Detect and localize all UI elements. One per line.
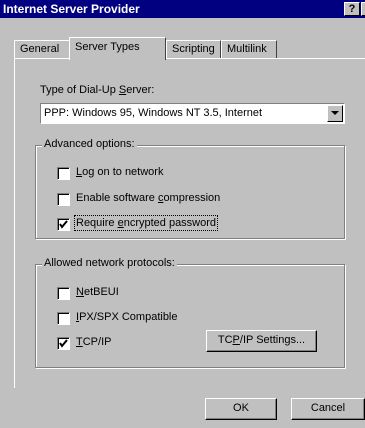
window-title: Internet Server Provider	[3, 2, 140, 16]
tab-panel	[14, 58, 365, 388]
close-button[interactable]: X	[361, 2, 365, 16]
ok-button[interactable]: OK	[205, 398, 277, 420]
dialog-window: Internet Server Provider ? X General Ser…	[0, 0, 365, 428]
tab-general[interactable]: General	[14, 40, 71, 59]
tab-scripting[interactable]: Scripting	[166, 40, 221, 59]
cancel-button[interactable]: Cancel	[291, 398, 365, 420]
title-bar[interactable]: Internet Server Provider ? X	[0, 0, 365, 18]
tab-multilink[interactable]: Multilink	[221, 40, 277, 59]
tab-server-types[interactable]: Server Types	[69, 37, 166, 60]
help-button[interactable]: ?	[344, 2, 360, 16]
